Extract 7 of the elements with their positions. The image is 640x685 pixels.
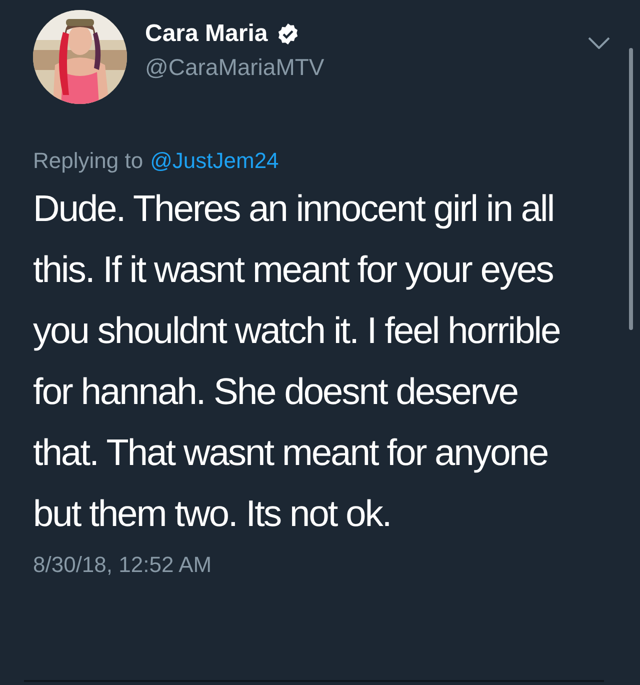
- reply-handle-link[interactable]: @JustJem24: [150, 148, 279, 174]
- timestamp: 8/30/18, 12:52 AM: [33, 552, 213, 578]
- author-name[interactable]: Cara Maria: [145, 20, 268, 48]
- tweet-text: Dude. Theres an innocent girl in all this. If it wasnt meant for your eyes you shouldnt watch it. I feel horrible for hannah. She doesnt deserve that. That wasnt meant for anyone but them two. Its not ok.: [33, 187, 561, 536]
- author-handle[interactable]: @CaraMariaMTV: [145, 54, 588, 81]
- replying-to-label: Replying to: [33, 148, 144, 174]
- chevron-down-icon[interactable]: [588, 37, 610, 49]
